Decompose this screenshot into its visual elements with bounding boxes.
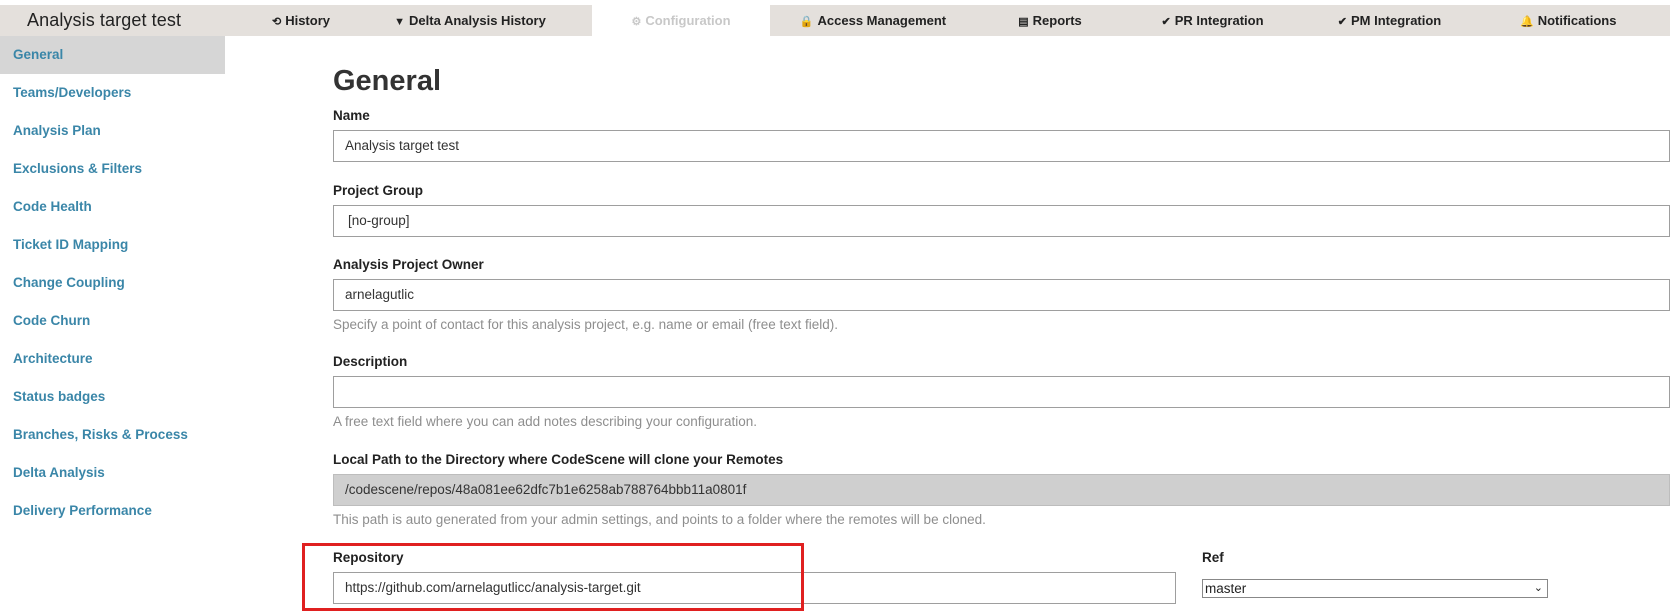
sidebar-item-general[interactable]: General [0, 36, 225, 74]
repository-input[interactable]: https://github.com/arnelagutlicc/analysi… [333, 572, 1176, 604]
check-icon: ✔ [1161, 16, 1171, 28]
chevron-down-icon: ⌄ [1533, 582, 1543, 594]
sidebar-item-code-health[interactable]: Code Health [0, 188, 225, 226]
local-path-input: /codescene/repos/48a081ee62dfc7b1e6258ab… [333, 474, 1670, 506]
name-input[interactable]: Analysis target test [333, 130, 1670, 162]
local-path-label: Local Path to the Directory where CodeSc… [333, 452, 784, 467]
tab-label: History [285, 13, 330, 28]
tab-pm-integration[interactable]: ✔ PM Integration [1337, 5, 1442, 36]
tab-notifications[interactable]: 🔔 Notifications [1520, 5, 1617, 36]
description-label: Description [333, 354, 408, 369]
tab-label: PR Integration [1174, 13, 1264, 28]
document-icon: ▤ [1018, 16, 1029, 28]
sidebar-item-analysis-plan[interactable]: Analysis Plan [0, 112, 225, 150]
tab-label: Reports [1032, 13, 1082, 28]
check-icon: ✔ [1337, 16, 1347, 28]
ref-label: Ref [1202, 550, 1224, 565]
tab-configuration[interactable]: ⚙ Configuration [592, 5, 770, 36]
tab-pr-integration[interactable]: ✔ PR Integration [1160, 5, 1265, 36]
main-content: General Name Analysis target test Projec… [333, 36, 1670, 614]
app-title: Analysis target test [0, 5, 225, 36]
history-icon: ⟲ [271, 16, 282, 28]
lock-icon: 🔒 [799, 16, 814, 28]
tab-label: Access Management [817, 13, 947, 28]
tab-delta-analysis-history[interactable]: ▼ Delta Analysis History [385, 5, 555, 36]
page-title: General [333, 65, 441, 97]
repository-label: Repository [333, 550, 404, 565]
description-input[interactable] [333, 376, 1670, 408]
sidebar-item-ticket-id-mapping[interactable]: Ticket ID Mapping [0, 226, 225, 264]
sidebar-item-delta-analysis[interactable]: Delta Analysis [0, 454, 225, 492]
description-help-text: A free text field where you can add note… [333, 414, 758, 429]
tab-reports[interactable]: ▤ Reports [1010, 5, 1090, 36]
owner-label: Analysis Project Owner [333, 257, 484, 272]
sidebar-item-teams-developers[interactable]: Teams/Developers [0, 74, 225, 112]
bell-icon: 🔔 [1520, 16, 1534, 28]
project-group-label: Project Group [333, 183, 424, 198]
tab-label: Configuration [645, 13, 731, 28]
sidebar-item-exclusions-filters[interactable]: Exclusions & Filters [0, 150, 225, 188]
sidebar-item-status-badges[interactable]: Status badges [0, 378, 225, 416]
owner-help-text: Specify a point of contact for this anal… [333, 317, 838, 332]
tab-label: PM Integration [1350, 13, 1442, 28]
local-path-help-text: This path is auto generated from your ad… [333, 512, 986, 527]
ref-select[interactable]: master ⌄ [1202, 579, 1548, 598]
top-bar: Analysis target test ⟲ History ▼ Delta Ana… [0, 0, 1670, 36]
sidebar-item-change-coupling[interactable]: Change Coupling [0, 264, 225, 302]
ref-select-value: master [1205, 581, 1247, 596]
sidebar-item-delivery-performance[interactable]: Delivery Performance [0, 492, 225, 530]
project-group-select[interactable]: [no-group] [333, 205, 1670, 237]
sidebar-item-architecture[interactable]: Architecture [0, 340, 225, 378]
tab-label: Delta Analysis History [409, 13, 546, 28]
owner-input[interactable]: arnelagutlic [333, 279, 1670, 311]
filter-icon: ▼ [394, 16, 406, 28]
name-label: Name [333, 108, 370, 123]
sidebar-item-code-churn[interactable]: Code Churn [0, 302, 225, 340]
gears-icon: ⚙ [631, 16, 642, 28]
tab-history[interactable]: ⟲ History [253, 5, 349, 36]
sidebar: General Teams/Developers Analysis Plan E… [0, 36, 225, 614]
sidebar-item-branches-risks-process[interactable]: Branches, Risks & Process [0, 416, 225, 454]
tab-label: Notifications [1537, 13, 1617, 28]
tab-access-management[interactable]: 🔒 Access Management [799, 5, 947, 36]
